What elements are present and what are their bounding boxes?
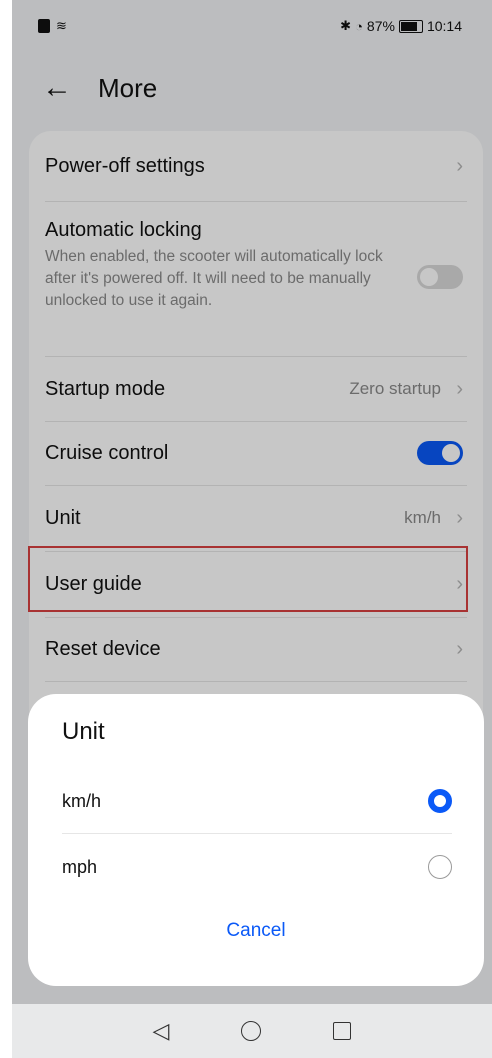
screen: ≋ ✱ ◔ 87% 10:14 ← More Power-off setting… (12, 0, 492, 1058)
unit-option-mph[interactable]: mph (62, 834, 452, 900)
nav-back-icon[interactable]: ◁ (153, 1018, 170, 1044)
nav-recent-apps-icon[interactable] (333, 1022, 352, 1040)
unit-option-label: km/h (62, 790, 102, 811)
nav-home-icon[interactable] (241, 1021, 262, 1041)
radio-unchecked-icon[interactable] (428, 855, 452, 879)
system-nav-bar: ◁ (12, 1004, 492, 1058)
unit-option-label: mph (62, 856, 98, 877)
sheet-title: Unit (62, 718, 105, 745)
unit-picker-sheet: Unit km/h mph Cancel (28, 694, 484, 986)
cancel-button[interactable]: Cancel (28, 920, 484, 942)
radio-checked-icon[interactable] (428, 789, 452, 813)
unit-option-kmh[interactable]: km/h (62, 768, 452, 834)
